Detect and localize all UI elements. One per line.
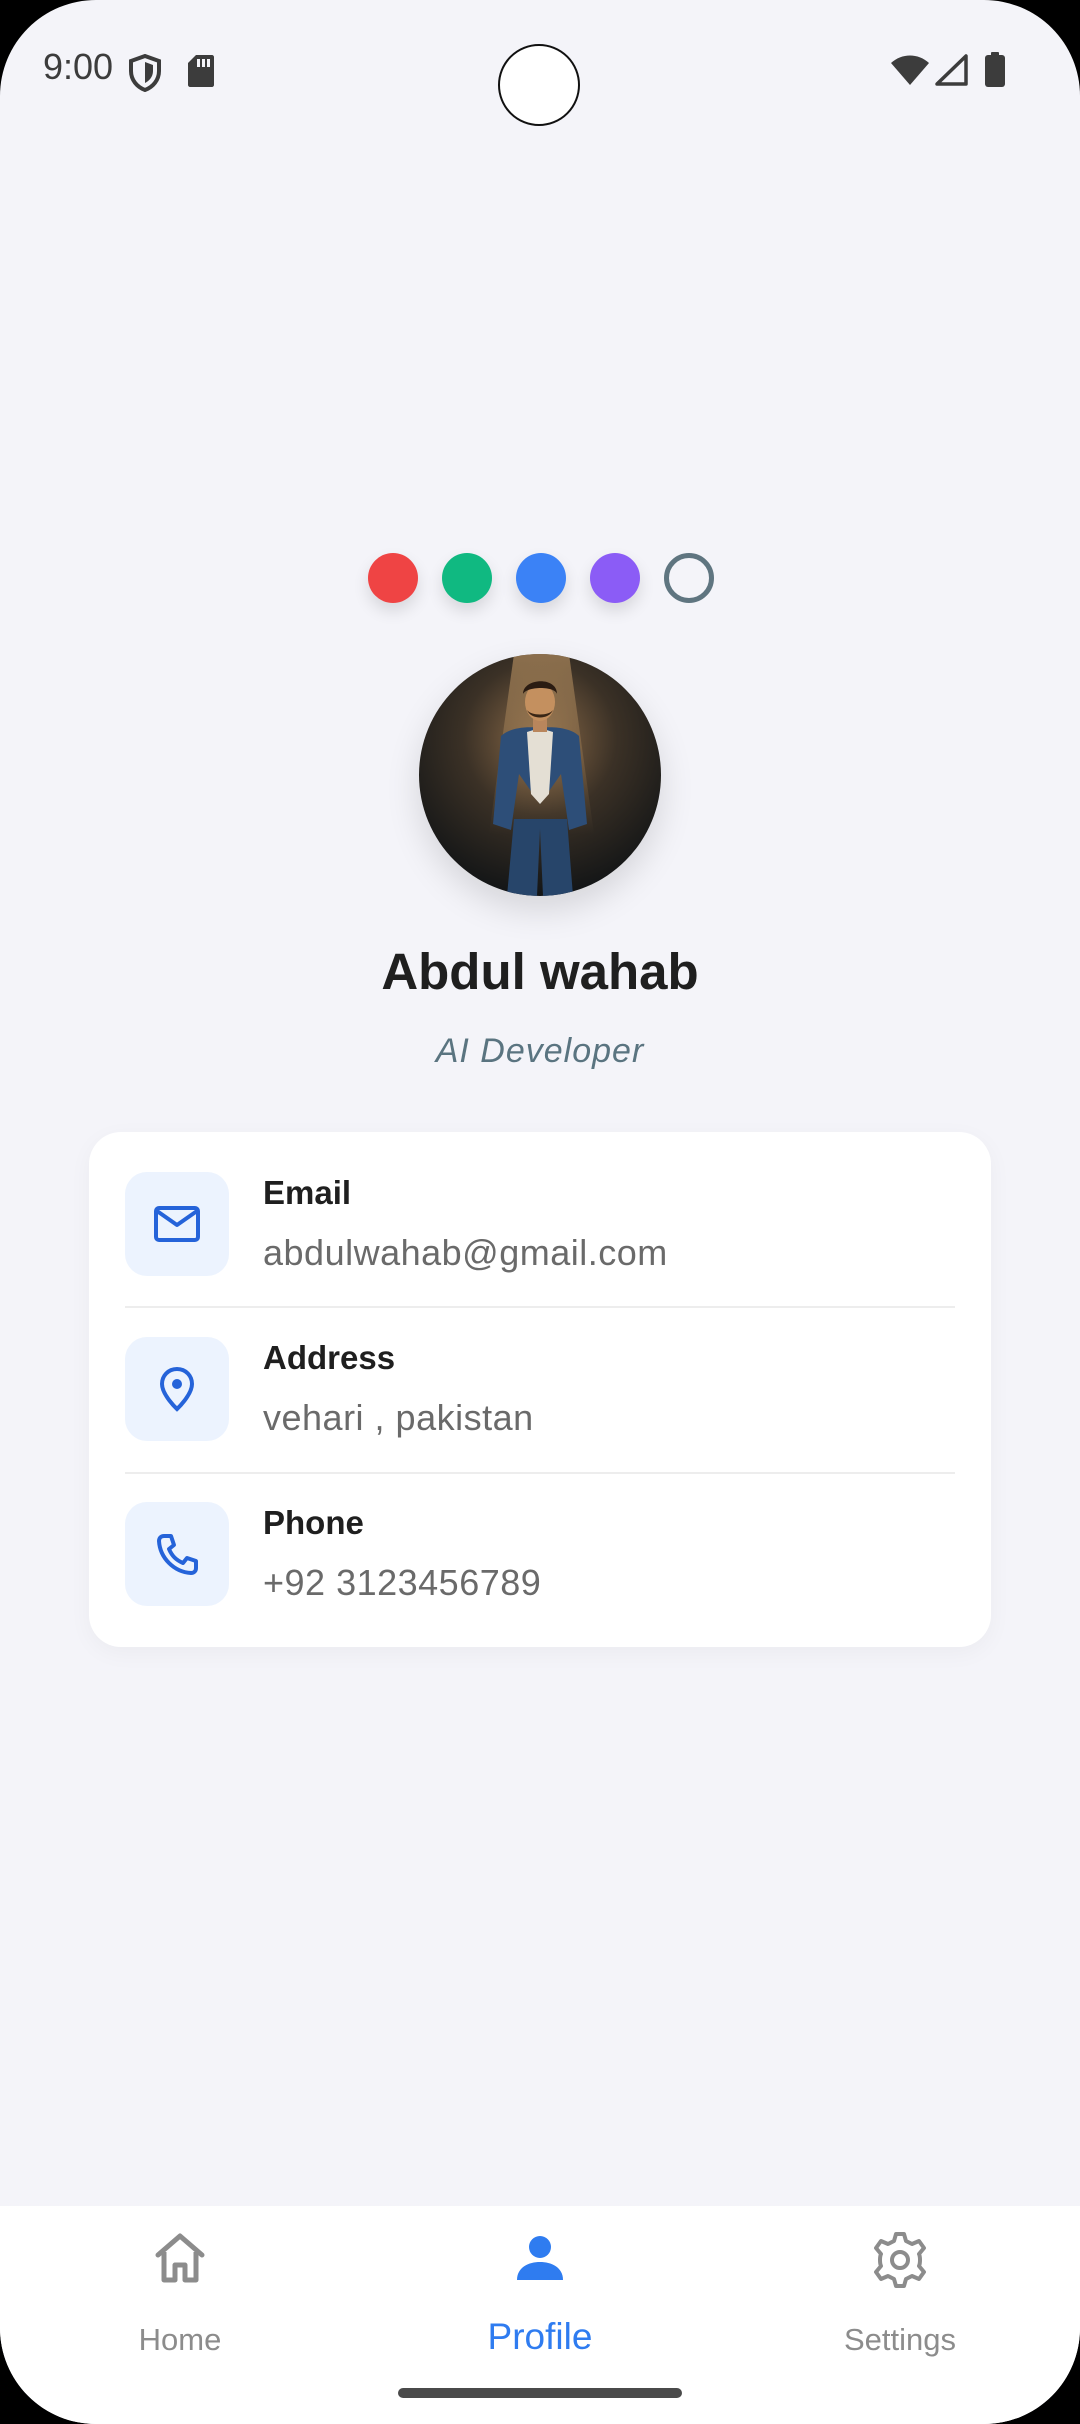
phone-value: +92 3123456789: [263, 1562, 542, 1603]
theme-color-picker: [368, 553, 714, 603]
status-time: 9:00: [43, 46, 114, 87]
gear-icon: [870, 2230, 930, 2295]
home-icon: [152, 2230, 208, 2291]
nav-label-settings: Settings: [843, 2322, 956, 2357]
shield-icon: [128, 53, 162, 97]
signal-icon: [934, 54, 968, 91]
mail-icon: [125, 1172, 229, 1276]
nav-label-profile: Profile: [487, 2316, 593, 2357]
home-indicator[interactable]: [398, 2388, 682, 2398]
person-icon: [512, 2230, 568, 2291]
person-portrait-photo: [419, 654, 661, 896]
contact-row-email[interactable]: Email abdulwahab@gmail.com: [125, 1132, 955, 1297]
address-value: vehari , pakistan: [263, 1397, 534, 1438]
location-pin-icon: [125, 1337, 229, 1441]
email-label: Email: [263, 1174, 352, 1211]
color-dot-purple[interactable]: [590, 553, 640, 603]
phone-icon: [125, 1502, 229, 1606]
profile-role: AI Developer: [435, 1032, 645, 1070]
contact-row-phone[interactable]: Phone +92 3123456789: [125, 1462, 955, 1627]
contact-info-card: Email abdulwahab@gmail.com Address vehar…: [89, 1132, 991, 1647]
battery-icon: [984, 52, 1006, 93]
phone-label: Phone: [263, 1504, 364, 1541]
nav-label-home: Home: [138, 2322, 222, 2357]
phone-screen: 9:00 Abdul wahab AI Developer Email abdu…: [0, 0, 1080, 2424]
nav-item-home[interactable]: Home: [0, 2206, 360, 2424]
status-bar: 9:00: [0, 0, 1080, 140]
front-camera: [498, 44, 580, 126]
avatar[interactable]: [419, 654, 661, 896]
wifi-icon: [890, 54, 930, 91]
color-dot-green[interactable]: [442, 553, 492, 603]
contact-row-address[interactable]: Address vehari , pakistan: [125, 1297, 955, 1462]
sd-card-icon: [187, 54, 215, 93]
nav-item-settings[interactable]: Settings: [720, 2206, 1080, 2424]
address-label: Address: [263, 1339, 396, 1376]
email-value: abdulwahab@gmail.com: [263, 1232, 668, 1273]
color-dot-slate-selected[interactable]: [664, 553, 714, 603]
color-dot-red[interactable]: [368, 553, 418, 603]
profile-name: Abdul wahab: [381, 943, 699, 1000]
color-dot-blue[interactable]: [516, 553, 566, 603]
